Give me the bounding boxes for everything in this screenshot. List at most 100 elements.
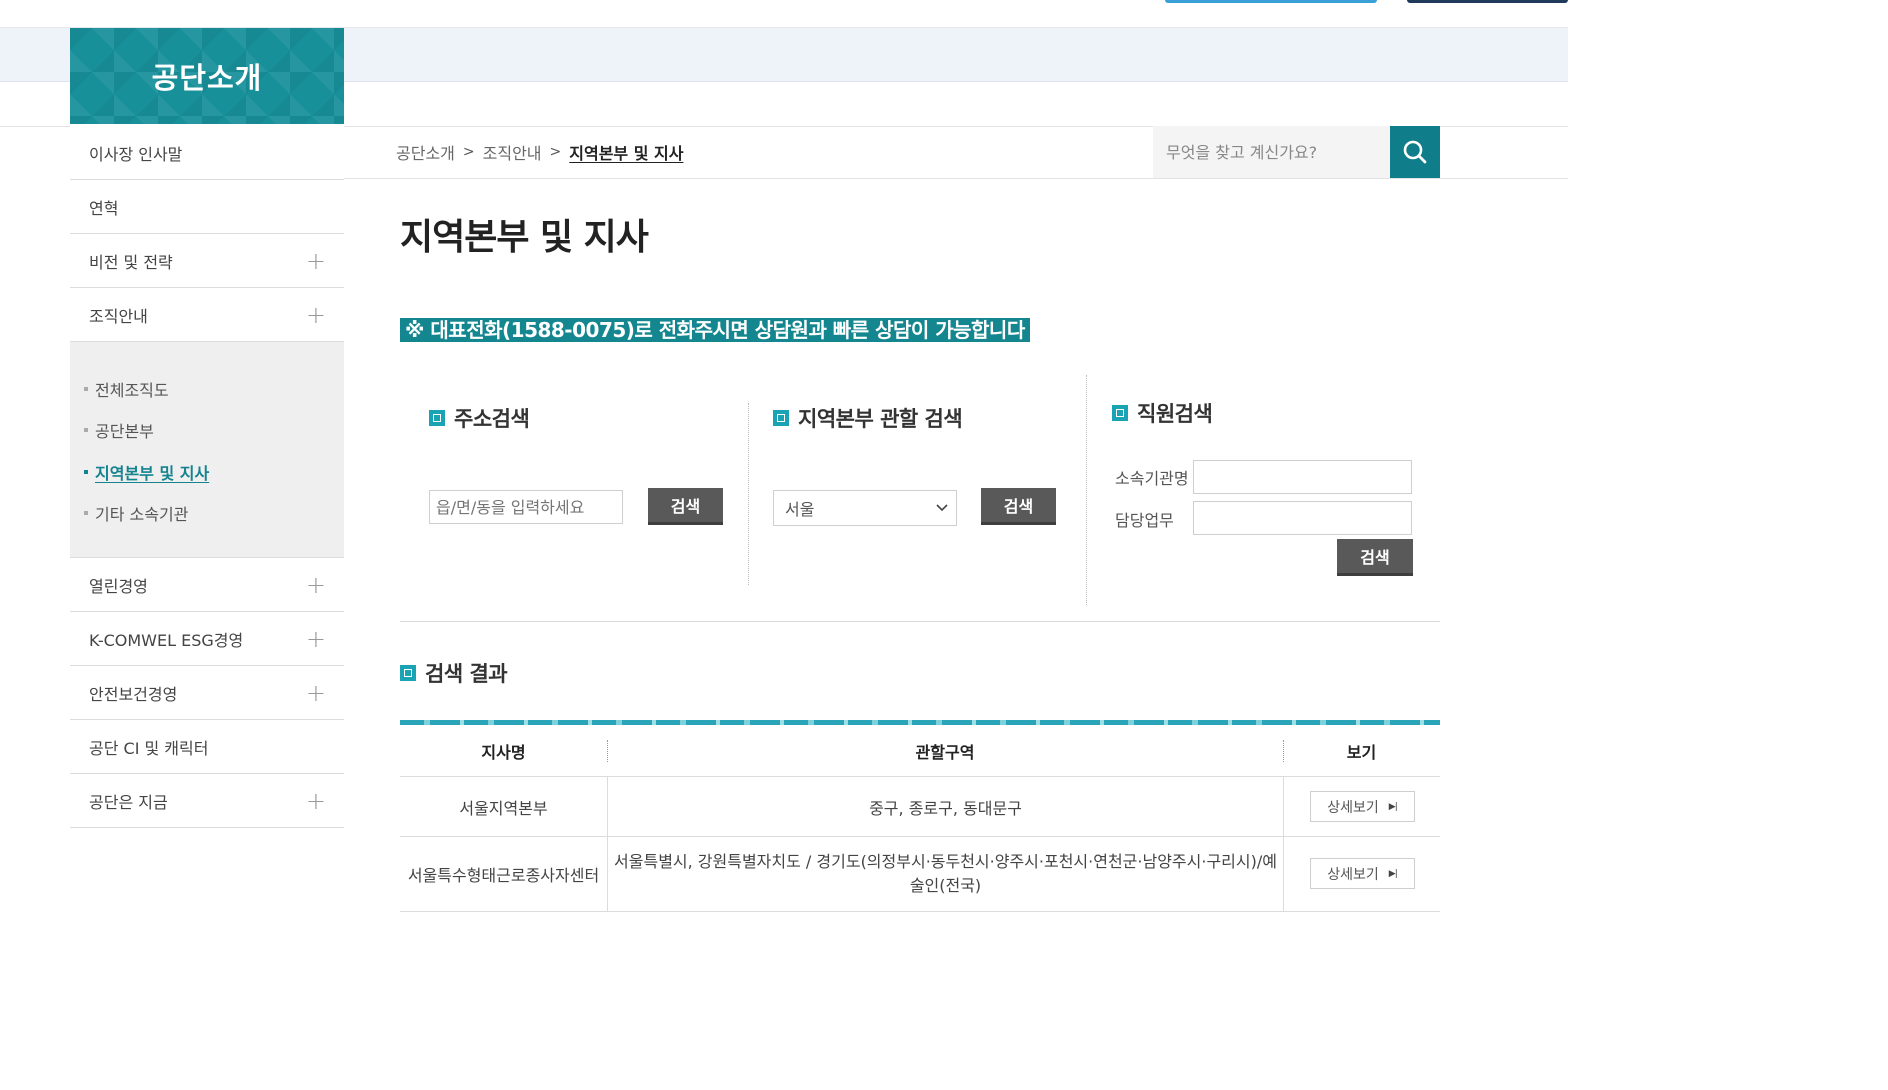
org-name-input[interactable] (1193, 460, 1412, 494)
sidebar-item-history[interactable]: 연혁 (70, 180, 344, 234)
region-search-button[interactable]: 검색 (981, 488, 1056, 525)
site-search-button[interactable] (1390, 126, 1440, 178)
table-row: 서울특수형태근로종사자센터 서울특별시, 강원특별자치도 / 경기도(의정부시·… (400, 837, 1440, 912)
sidebar-item-label: 안전보건경영 (89, 684, 178, 704)
org-name-label: 소속기관명 (1115, 469, 1189, 488)
panel-divider (748, 403, 749, 585)
detail-button-label: 상세보기 (1327, 866, 1379, 883)
sidebar-item-news[interactable]: 공단은 지금 + (70, 774, 344, 828)
top-tab-indicator-dark[interactable] (1407, 0, 1568, 3)
view-cell: 상세보기 ▶| (1283, 777, 1440, 836)
sidebar-item-label: 공단은 지금 (89, 792, 168, 812)
submenu-item-label: 공단본부 (95, 422, 154, 442)
site-search-input[interactable] (1153, 126, 1390, 178)
play-next-icon: ▶| (1388, 868, 1398, 879)
square-bullet-icon (773, 410, 789, 426)
sidebar-item-ceo-greeting[interactable]: 이사장 인사말 (70, 126, 344, 180)
results-title-text: 검색 결과 (425, 662, 508, 686)
sidebar-item-vision[interactable]: 비전 및 전략 + (70, 234, 344, 288)
top-utility-bar (0, 0, 1568, 28)
sidebar-item-label: 이사장 인사말 (89, 144, 183, 164)
plus-icon[interactable]: + (306, 303, 326, 327)
sidebar-item-label: 비전 및 전략 (89, 252, 173, 272)
staff-search-button[interactable]: 검색 (1337, 539, 1413, 576)
branch-name-cell: 서울지역본부 (459, 798, 548, 818)
address-search-title: 주소검색 (429, 403, 530, 433)
sidebar-item-label: 연혁 (89, 198, 119, 218)
sidebar-item-safety[interactable]: 안전보건경영 + (70, 666, 344, 720)
detail-button[interactable]: 상세보기 ▶| (1309, 791, 1415, 822)
plus-icon[interactable]: + (306, 789, 326, 813)
bullet-icon (84, 386, 88, 391)
column-header-area: 관할구역 (915, 742, 975, 762)
play-next-icon: ▶| (1388, 801, 1398, 812)
sidebar-item-label: K-COMWEL ESG경영 (89, 630, 244, 650)
submenu-item-regional-offices[interactable]: 지역본부 및 지사 (84, 451, 344, 493)
submenu-item-label: 지역본부 및 지사 (95, 463, 210, 483)
region-search-title-text: 지역본부 관할 검색 (798, 407, 963, 431)
plus-icon[interactable]: + (306, 681, 326, 705)
bullet-icon (84, 511, 88, 516)
chevron-right-icon: > (462, 144, 475, 160)
sidebar-nav: 이사장 인사말 연혁 비전 및 전략 + 조직안내 + 전체조직도 공단본부 지… (70, 126, 344, 828)
address-search-title-text: 주소검색 (454, 407, 530, 431)
section-divider (400, 621, 1440, 622)
address-search-input[interactable] (429, 490, 623, 524)
branch-name-cell: 서울특수형태근로종사자센터 (407, 866, 600, 885)
breadcrumb-item[interactable]: 공단소개 (396, 140, 455, 164)
chevron-right-icon: > (549, 144, 562, 160)
submenu-item-label: 전체조직도 (95, 380, 169, 400)
duty-input[interactable] (1193, 501, 1412, 535)
breadcrumb: 공단소개 > 조직안내 > 지역본부 및 지사 (396, 138, 683, 166)
breadcrumb-item[interactable]: 조직안내 (483, 140, 542, 164)
column-separator (1283, 740, 1284, 762)
sidebar-item-label: 열린경영 (89, 576, 148, 596)
area-cell: 서울특별시, 강원특별자치도 / 경기도(의정부시·동두천시·양주시·포천시·연… (607, 837, 1283, 911)
square-bullet-icon (400, 665, 416, 681)
sidebar-item-ci[interactable]: 공단 CI 및 캐릭터 (70, 720, 344, 774)
column-header-name: 지사명 (481, 742, 526, 762)
sidebar-item-label: 공단 CI 및 캐릭터 (89, 738, 209, 758)
top-tab-indicator[interactable] (1165, 0, 1377, 3)
divider-line (344, 178, 1568, 179)
submenu-item-org-chart[interactable]: 전체조직도 (84, 368, 344, 410)
column-separator (607, 740, 608, 762)
staff-search-title-text: 직원검색 (1137, 402, 1213, 426)
breadcrumb-current[interactable]: 지역본부 및 지사 (569, 140, 683, 164)
panel-divider (1086, 375, 1087, 605)
section-title: 공단소개 (70, 28, 344, 124)
region-search-title: 지역본부 관할 검색 (773, 403, 963, 433)
sidebar-item-label: 조직안내 (89, 306, 148, 326)
sidebar-item-esg[interactable]: K-COMWEL ESG경영 + (70, 612, 344, 666)
duty-label: 담당업무 (1115, 511, 1174, 530)
search-icon (1403, 140, 1427, 164)
submenu-item-other-agencies[interactable]: 기타 소속기관 (84, 493, 344, 535)
plus-icon[interactable]: + (306, 627, 326, 651)
region-select[interactable]: 서울 (773, 490, 957, 526)
table-header-row: 지사명 관할구역 보기 (400, 725, 1440, 777)
sidebar-item-organization[interactable]: 조직안내 + (70, 288, 344, 342)
area-cell: 중구, 종로구, 동대문구 (607, 777, 1283, 836)
bullet-icon (84, 469, 88, 474)
square-bullet-icon (429, 410, 445, 426)
plus-icon[interactable]: + (306, 249, 326, 273)
column-header-view: 보기 (1346, 742, 1377, 762)
sidebar-submenu: 전체조직도 공단본부 지역본부 및 지사 기타 소속기관 (70, 342, 344, 558)
submenu-item-headquarters[interactable]: 공단본부 (84, 410, 344, 452)
view-cell: 상세보기 ▶| (1283, 837, 1440, 911)
square-bullet-icon (1112, 405, 1128, 421)
bullet-icon (84, 428, 88, 433)
site-search (1153, 126, 1440, 178)
sidebar-item-open-management[interactable]: 열린경영 + (70, 558, 344, 612)
table-row: 서울지역본부 중구, 종로구, 동대문구 상세보기 ▶| (400, 777, 1440, 837)
phone-notice: ※ 대표전화(1588-0075)로 전화주시면 상담원과 빠른 상담이 가능합… (400, 318, 1030, 342)
page-title: 지역본부 및 지사 (400, 217, 649, 258)
results-title: 검색 결과 (400, 658, 508, 688)
staff-search-title: 직원검색 (1112, 398, 1213, 428)
address-search-button[interactable]: 검색 (648, 488, 723, 525)
detail-button-label: 상세보기 (1327, 799, 1379, 816)
submenu-item-label: 기타 소속기관 (95, 505, 189, 525)
plus-icon[interactable]: + (306, 573, 326, 597)
chevron-down-icon (936, 504, 948, 512)
detail-button[interactable]: 상세보기 ▶| (1309, 858, 1415, 889)
